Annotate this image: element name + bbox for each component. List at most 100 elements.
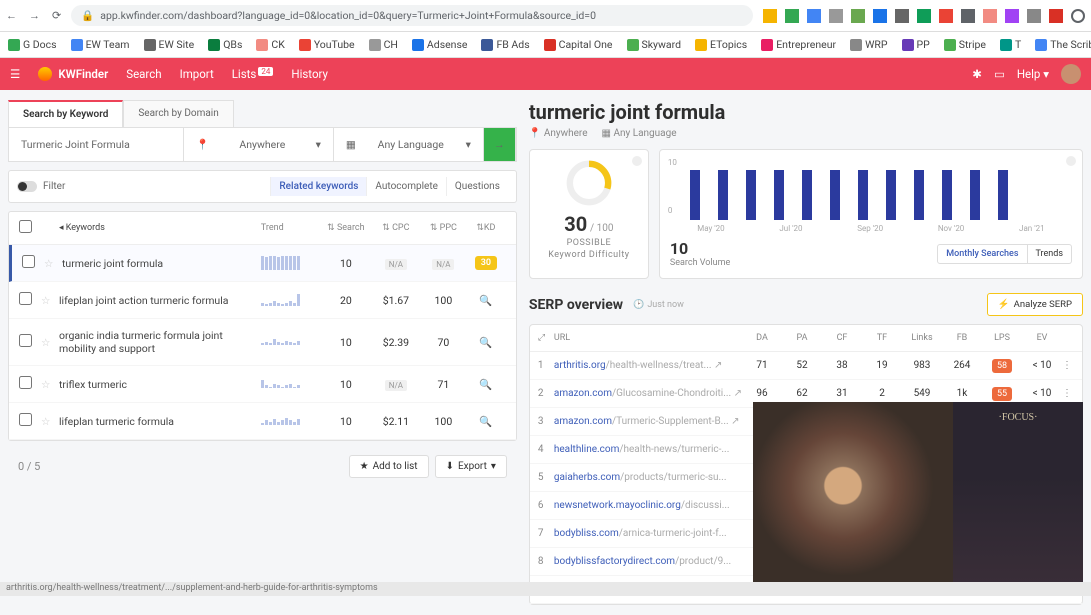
row-checkbox[interactable] xyxy=(19,376,32,389)
bookmark-item[interactable]: EW Site xyxy=(144,38,195,51)
star-icon: ★ xyxy=(360,461,369,472)
difficulty-card: 30 / 100 POSSIBLE Keyword Difficulty xyxy=(529,149,649,279)
bookmark-item[interactable]: Entrepreneur xyxy=(761,38,836,51)
tab-domain[interactable]: Search by Domain xyxy=(123,100,233,127)
pin-icon: 📍 xyxy=(196,138,209,151)
magnify-icon[interactable]: 🔍 xyxy=(479,378,492,391)
row-checkbox[interactable] xyxy=(19,413,32,426)
avatar[interactable] xyxy=(1061,64,1081,84)
nav-search[interactable]: Search xyxy=(126,67,161,81)
bookmark-item[interactable]: G Docs xyxy=(8,38,57,51)
expand-icon[interactable]: ⤢ xyxy=(538,333,554,343)
filter-toggle[interactable] xyxy=(17,181,37,192)
magnify-icon[interactable]: 🔍 xyxy=(479,294,492,307)
selection-count: 0 / 5 xyxy=(18,460,40,473)
difficulty-gauge xyxy=(566,160,612,206)
nav-import[interactable]: Import xyxy=(180,67,214,81)
keyword-input[interactable]: Turmeric Joint Formula xyxy=(9,128,184,161)
table-footer: 0 / 5 ★Add to list ⬇Export ▾ xyxy=(8,449,517,484)
forward-icon[interactable]: → xyxy=(29,9,40,22)
serp-time: 🕑Just now xyxy=(633,300,684,310)
pin-icon: 📍 xyxy=(529,128,541,139)
video-icon[interactable]: ▭ xyxy=(994,67,1005,81)
bookmark-item[interactable]: ETopics xyxy=(695,38,747,51)
toggle-monthly[interactable]: Monthly Searches xyxy=(937,244,1027,264)
bookmark-item[interactable]: Stripe xyxy=(944,38,986,51)
table-row[interactable]: ☆triflex turmeric10N/A71🔍 xyxy=(9,366,516,403)
status-bar: arthritis.org/health-wellness/treatment/… xyxy=(0,582,1091,596)
filter-row: Filter Related keywords Autocomplete Que… xyxy=(8,170,517,203)
keyword-title: turmeric joint formula xyxy=(529,100,1083,124)
clock-icon: 🕑 xyxy=(633,300,644,310)
url-text: app.kwfinder.com/dashboard?language_id=0… xyxy=(100,9,596,22)
bookmark-item[interactable]: QBs xyxy=(208,38,242,51)
settings-icon[interactable]: ✱ xyxy=(972,67,982,81)
bookmark-item[interactable]: Capital One xyxy=(544,38,613,51)
table-row[interactable]: ☆turmeric joint formula10N/AN/A30 xyxy=(9,245,516,282)
star-icon[interactable]: ☆ xyxy=(41,294,59,307)
brand: KWFinder xyxy=(38,67,108,81)
bolt-icon: ⚡ xyxy=(998,299,1010,310)
external-icon[interactable]: ↗ xyxy=(731,416,739,427)
star-icon[interactable]: ☆ xyxy=(41,336,59,349)
analyze-serp-button[interactable]: ⚡Analyze SERP xyxy=(987,293,1083,316)
external-icon[interactable]: ↗ xyxy=(734,388,742,399)
download-icon: ⬇ xyxy=(446,461,454,472)
logo-icon xyxy=(38,67,52,81)
add-to-list-button[interactable]: ★Add to list xyxy=(349,455,429,478)
serp-row[interactable]: 1arthritis.org/health-wellness/treat... … xyxy=(530,352,1082,380)
row-checkbox[interactable] xyxy=(19,334,32,347)
row-checkbox[interactable] xyxy=(19,292,32,305)
location-select[interactable]: 📍Anywhere▾ xyxy=(184,128,334,161)
menu-icon[interactable]: ⋮ xyxy=(1062,388,1074,399)
bookmark-bar: G Docs EW Team EW Site QBs CK YouTube CH Adsens… xyxy=(0,32,1091,58)
bookmark-item[interactable]: FB Ads xyxy=(481,38,529,51)
magnify-icon[interactable]: 🔍 xyxy=(479,415,492,428)
star-icon[interactable]: ☆ xyxy=(41,415,59,428)
star-icon[interactable]: ☆ xyxy=(44,257,62,270)
volume-card: 10 0 May '20Jul '20Sep '20Nov '20Jan '21… xyxy=(659,149,1083,279)
search-button[interactable]: → xyxy=(484,128,516,161)
reload-icon[interactable]: ⟳ xyxy=(52,9,61,22)
nav-history[interactable]: History xyxy=(291,67,328,81)
language-select[interactable]: ▦Any Language▾ xyxy=(334,128,484,161)
filter-label: Filter xyxy=(43,181,65,192)
table-row[interactable]: ☆organic india turmeric formula joint mo… xyxy=(9,319,516,366)
volume-chart xyxy=(670,160,1072,220)
bookmark-item[interactable]: T xyxy=(1000,38,1021,51)
bookmark-item[interactable]: YouTube xyxy=(299,38,355,51)
menu-icon[interactable]: ☰ xyxy=(10,67,20,81)
bookmark-item[interactable]: The Scribe Cultur... xyxy=(1035,38,1091,51)
bookmark-item[interactable]: CK xyxy=(256,38,284,51)
toggle-trends[interactable]: Trends xyxy=(1028,244,1072,264)
select-all-checkbox[interactable] xyxy=(19,220,32,233)
globe-icon: ▦ xyxy=(602,128,611,139)
info-icon[interactable] xyxy=(632,156,642,166)
nav-lists[interactable]: Lists24 xyxy=(232,67,274,81)
brand-name: KWFinder xyxy=(58,67,108,81)
tab-keyword[interactable]: Search by Keyword xyxy=(8,100,123,127)
globe-icon: ▦ xyxy=(346,138,356,151)
bookmark-item[interactable]: WRP xyxy=(850,38,887,51)
browser-bar: ← → ⟳ 🔒 app.kwfinder.com/dashboard?langu… xyxy=(0,0,1091,32)
url-bar[interactable]: 🔒 app.kwfinder.com/dashboard?language_id… xyxy=(71,5,753,26)
export-button[interactable]: ⬇Export ▾ xyxy=(435,455,507,478)
bookmark-item[interactable]: PP xyxy=(902,38,930,51)
row-checkbox[interactable] xyxy=(22,255,35,268)
pill-related[interactable]: Related keywords xyxy=(270,177,366,196)
back-icon[interactable]: ← xyxy=(6,9,17,22)
magnify-icon[interactable]: 🔍 xyxy=(479,336,492,349)
table-row[interactable]: ☆lifeplan joint action turmeric formula2… xyxy=(9,282,516,319)
bookmark-item[interactable]: Skyward xyxy=(627,38,682,51)
help-link[interactable]: Help ▾ xyxy=(1017,67,1049,81)
pill-autocomplete[interactable]: Autocomplete xyxy=(366,177,446,196)
external-icon[interactable]: ↗ xyxy=(714,360,722,371)
bookmark-item[interactable]: Adsense xyxy=(412,38,468,51)
star-icon[interactable]: ☆ xyxy=(41,378,59,391)
bookmark-item[interactable]: CH xyxy=(369,38,398,51)
table-row[interactable]: ☆lifeplan turmeric formula10$2.11100🔍 xyxy=(9,403,516,440)
bookmark-item[interactable]: EW Team xyxy=(71,38,130,51)
pill-questions[interactable]: Questions xyxy=(446,177,508,196)
menu-icon[interactable]: ⋮ xyxy=(1062,360,1074,371)
serp-title: SERP overview xyxy=(529,297,623,313)
